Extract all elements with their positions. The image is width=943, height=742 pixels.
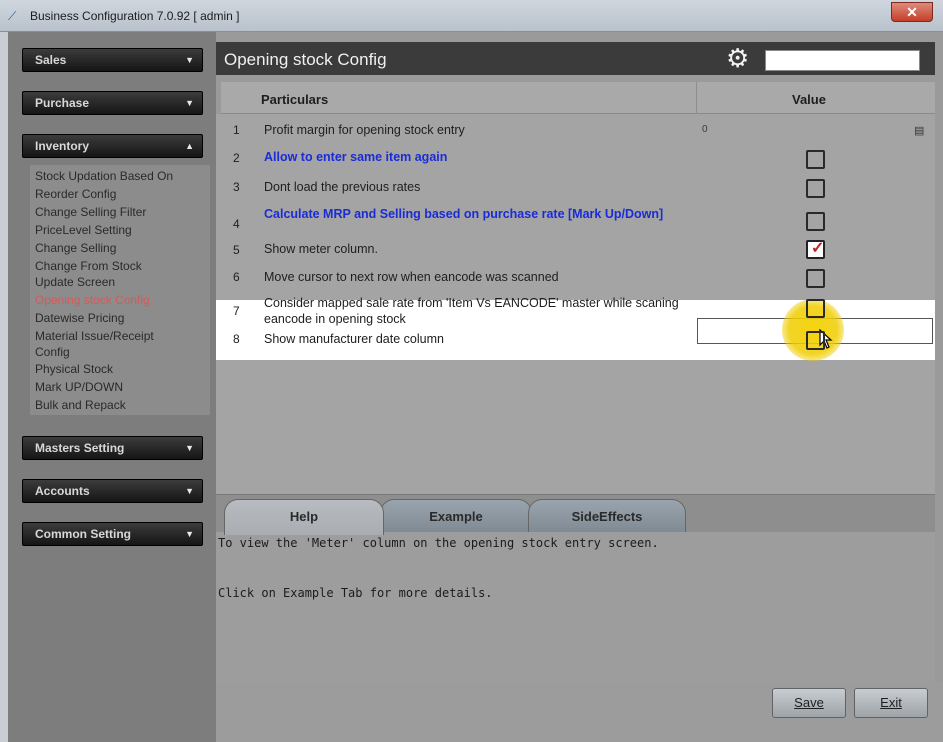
sidebar-section-masters-setting[interactable]: Masters Setting ▼ <box>22 436 203 460</box>
sidebar-item-datewise-pricing[interactable]: Datewise Pricing <box>35 311 124 325</box>
save-button[interactable]: Save <box>772 688 846 718</box>
window-title: Business Configuration 7.0.92 [ admin ] <box>30 9 240 23</box>
sidebar-section-sales[interactable]: Sales ▼ <box>22 48 203 72</box>
table-row[interactable]: 8 Show manufacturer date column <box>216 328 935 356</box>
sidebar-section-inventory[interactable]: Inventory ▲ <box>22 134 203 158</box>
double-chevron-down-icon: ▼ <box>185 443 194 453</box>
help-hint: Click on Example Tab for more details. <box>218 586 493 600</box>
sidebar: Sales ▼ Purchase ▼ Inventory ▲ Stock Upd… <box>8 32 216 742</box>
row-number: 8 <box>233 332 240 346</box>
inventory-menu: Stock Updation Based On Reorder Config C… <box>30 165 210 415</box>
row-number: 6 <box>233 270 240 284</box>
row-number: 7 <box>233 304 240 318</box>
sidebar-section-label: Sales <box>35 53 67 67</box>
grid-header: Particulars Value <box>221 82 935 114</box>
double-chevron-down-icon: ▼ <box>185 529 194 539</box>
sidebar-item-material-issue-config[interactable]: Config <box>35 345 70 359</box>
row-number: 4 <box>233 217 240 231</box>
header-search-box[interactable] <box>765 50 920 71</box>
row-text: Profit margin for opening stock entry <box>264 123 465 137</box>
row-number: 2 <box>233 151 240 165</box>
window-frame: Sales ▼ Purchase ▼ Inventory ▲ Stock Upd… <box>0 32 943 742</box>
table-row[interactable]: 1 Profit margin for opening stock entry … <box>216 120 935 146</box>
sidebar-item-material-issue-receipt[interactable]: Material Issue/Receipt <box>35 329 154 343</box>
sidebar-section-accounts[interactable]: Accounts ▼ <box>22 479 203 503</box>
sidebar-section-common-setting[interactable]: Common Setting ▼ <box>22 522 203 546</box>
row-text: Allow to enter same item again <box>264 150 448 164</box>
sidebar-item-bulk-and-repack[interactable]: Bulk and Repack <box>35 398 126 412</box>
sidebar-item-opening-stock-config[interactable]: Opening stock Config <box>35 293 150 307</box>
help-panel: To view the 'Meter' column on the openin… <box>216 532 935 682</box>
column-header-value: Value <box>792 92 826 107</box>
main-panel: Opening stock Config ⚙ Particulars Value… <box>216 32 943 742</box>
tab-help[interactable]: Help <box>224 499 384 535</box>
sidebar-section-label: Masters Setting <box>35 441 125 455</box>
row-checkbox[interactable] <box>806 212 825 231</box>
row-number: 1 <box>233 123 240 137</box>
column-divider <box>696 82 697 114</box>
double-chevron-up-icon: ▲ <box>185 141 194 151</box>
sidebar-item-change-selling-filter[interactable]: Change Selling Filter <box>35 205 146 219</box>
double-chevron-down-icon: ▼ <box>185 98 194 108</box>
sidebar-section-label: Common Setting <box>35 527 131 541</box>
column-header-particulars: Particulars <box>261 92 329 107</box>
row-text: Show meter column. <box>264 242 378 256</box>
sidebar-item-pricelevel-setting[interactable]: PriceLevel Setting <box>35 223 132 237</box>
row-checkbox-checked[interactable]: ✓ <box>806 240 825 259</box>
row-checkbox[interactable] <box>806 150 825 169</box>
row-text: Show manufacturer date column <box>264 332 444 346</box>
table-row[interactable]: 3 Dont load the previous rates <box>216 176 935 204</box>
tab-strip: Help Example SideEffects <box>216 494 935 535</box>
footer: Save Exit <box>216 682 943 742</box>
sidebar-item-change-selling[interactable]: Change Selling <box>35 241 116 255</box>
row-text: Dont load the previous rates <box>264 180 421 194</box>
row-number: 5 <box>233 243 240 257</box>
sidebar-section-label: Accounts <box>35 484 90 498</box>
row-checkbox[interactable] <box>806 299 825 318</box>
config-grid: 1 Profit margin for opening stock entry … <box>216 114 935 494</box>
title-bar: ⟋ Business Configuration 7.0.92 [ admin … <box>0 0 943 32</box>
page-title: Opening stock Config <box>224 50 387 69</box>
sidebar-item-reorder-config[interactable]: Reorder Config <box>35 187 116 201</box>
row-text: Calculate MRP and Selling based on purch… <box>264 207 664 221</box>
table-row[interactable]: 5 Show meter column. ✓ <box>216 236 935 266</box>
row-checkbox[interactable] <box>806 269 825 288</box>
table-row[interactable]: 2 Allow to enter same item again <box>216 147 935 175</box>
sidebar-item-change-from-stock[interactable]: Change From Stock <box>35 259 142 273</box>
main-header: Opening stock Config ⚙ <box>216 42 935 75</box>
sidebar-section-purchase[interactable]: Purchase ▼ <box>22 91 203 115</box>
sidebar-item-physical-stock[interactable]: Physical Stock <box>35 362 113 376</box>
sidebar-section-label: Inventory <box>35 139 90 153</box>
sidebar-section-label: Purchase <box>35 96 90 110</box>
calculator-icon[interactable]: ▤ <box>914 124 924 137</box>
sidebar-item-mark-up-down[interactable]: Mark UP/DOWN <box>35 380 123 394</box>
row-text: Consider mapped sale rate from 'Item Vs … <box>264 296 679 326</box>
row-checkbox[interactable] <box>806 331 825 350</box>
close-button[interactable]: ✕ <box>891 2 933 22</box>
row-text: Move cursor to next row when eancode was… <box>264 270 559 284</box>
tab-example[interactable]: Example <box>380 499 532 535</box>
row-value[interactable]: 0 <box>702 124 708 135</box>
double-chevron-down-icon: ▼ <box>185 486 194 496</box>
exit-button[interactable]: Exit <box>854 688 928 718</box>
help-description: To view the 'Meter' column on the openin… <box>218 536 659 550</box>
table-row[interactable]: 6 Move cursor to next row when eancode w… <box>216 266 935 294</box>
row-checkbox[interactable] <box>806 179 825 198</box>
sidebar-item-update-screen[interactable]: Update Screen <box>35 275 115 289</box>
sidebar-item-stock-updation[interactable]: Stock Updation Based On <box>35 169 173 183</box>
app-icon: ⟋ <box>8 9 17 23</box>
gear-icon[interactable]: ⚙ <box>726 45 749 71</box>
checkmark-icon: ✓ <box>811 240 825 257</box>
row-number: 3 <box>233 180 240 194</box>
tab-sideeffects[interactable]: SideEffects <box>528 499 686 535</box>
double-chevron-down-icon: ▼ <box>185 55 194 65</box>
table-row[interactable]: 7 Consider mapped sale rate from 'Item V… <box>216 292 935 328</box>
